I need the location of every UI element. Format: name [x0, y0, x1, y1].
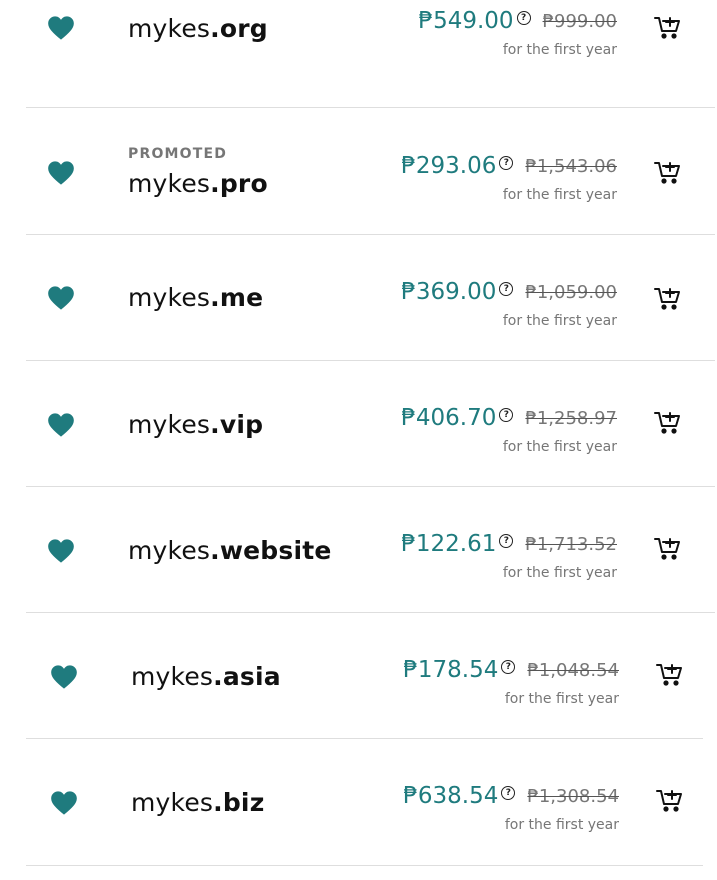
add-to-cart-icon[interactable]	[653, 533, 683, 563]
domain-tld: .org	[210, 14, 268, 43]
domain-tld: .me	[210, 283, 264, 312]
price-subtitle: for the first year	[502, 313, 617, 329]
heart-icon[interactable]	[47, 15, 75, 41]
info-icon[interactable]: ?	[499, 408, 514, 422]
domain-name[interactable]: mykes.pro	[128, 169, 268, 198]
domain-base: mykes	[128, 283, 211, 312]
promoted-label: PROMOTED	[128, 146, 228, 162]
add-to-cart-icon[interactable]	[655, 659, 685, 689]
domain-name[interactable]: mykes.biz	[131, 788, 264, 817]
sale-price: ₱122.61	[401, 531, 497, 557]
sale-price: ₱638.54	[403, 783, 499, 809]
domain-name[interactable]: mykes.org	[128, 14, 268, 43]
price-subtitle: for the first year	[502, 565, 617, 581]
domain-base: mykes	[128, 169, 211, 198]
original-price: ₱1,308.54	[527, 786, 619, 807]
domain-row: mykes.me ₱369.00 ? ₱1,059.00 for the fir…	[0, 235, 717, 361]
heart-icon[interactable]	[50, 790, 78, 816]
heart-icon[interactable]	[47, 412, 75, 438]
price-block: ₱178.54 ? ₱1,048.54 for the first year	[403, 657, 619, 707]
domain-base: mykes	[128, 536, 211, 565]
original-price: ₱999.00	[542, 11, 617, 32]
heart-icon[interactable]	[50, 664, 78, 690]
price-block: ₱369.00 ? ₱1,059.00 for the first year	[401, 279, 617, 329]
add-to-cart-icon[interactable]	[653, 12, 683, 42]
add-to-cart-icon[interactable]	[653, 283, 683, 313]
price-block: ₱549.00 ? ₱999.00 for the first year	[418, 8, 617, 58]
domain-base: mykes	[131, 662, 214, 691]
add-to-cart-icon[interactable]	[653, 157, 683, 187]
price-subtitle: for the first year	[504, 817, 619, 833]
info-icon[interactable]: ?	[501, 786, 516, 800]
row-divider	[26, 738, 703, 739]
price-subtitle: for the first year	[502, 187, 617, 203]
domain-base: mykes	[128, 14, 211, 43]
row-divider	[26, 865, 703, 866]
info-icon[interactable]: ?	[499, 534, 514, 548]
price-block: ₱406.70 ? ₱1,258.97 for the first year	[401, 405, 617, 455]
row-divider	[26, 107, 715, 108]
price-block: ₱638.54 ? ₱1,308.54 for the first year	[403, 783, 619, 833]
original-price: ₱1,543.06	[525, 156, 617, 177]
domain-row: mykes.org ₱549.00 ? ₱999.00 for the firs…	[0, 0, 717, 108]
info-icon[interactable]: ?	[501, 660, 516, 674]
price-subtitle: for the first year	[502, 42, 617, 58]
domain-tld: .website	[210, 536, 332, 565]
heart-icon[interactable]	[47, 160, 75, 186]
domain-row: mykes.asia ₱178.54 ? ₱1,048.54 for the f…	[0, 613, 717, 739]
domain-tld: .vip	[210, 410, 264, 439]
domain-results-list: mykes.org ₱549.00 ? ₱999.00 for the firs…	[0, 0, 717, 880]
domain-name[interactable]: mykes.website	[128, 536, 332, 565]
sale-price: ₱406.70	[401, 405, 497, 431]
original-price: ₱1,048.54	[527, 660, 619, 681]
sale-price: ₱293.06	[401, 153, 497, 179]
domain-row: mykes.website ₱122.61 ? ₱1,713.52 for th…	[0, 487, 717, 613]
price-block: ₱293.06 ? ₱1,543.06 for the first year	[401, 153, 617, 203]
original-price: ₱1,713.52	[525, 534, 617, 555]
domain-name[interactable]: mykes.asia	[131, 662, 281, 691]
domain-tld: .asia	[213, 662, 281, 691]
add-to-cart-icon[interactable]	[653, 407, 683, 437]
domain-row: PROMOTED mykes.pro ₱293.06 ? ₱1,543.06 f…	[0, 109, 717, 235]
domain-tld: .biz	[213, 788, 265, 817]
info-icon[interactable]: ?	[499, 156, 514, 170]
domain-name[interactable]: mykes.me	[128, 283, 263, 312]
price-block: ₱122.61 ? ₱1,713.52 for the first year	[401, 531, 617, 581]
sale-price: ₱549.00	[418, 8, 514, 34]
heart-icon[interactable]	[47, 285, 75, 311]
heart-icon[interactable]	[47, 538, 75, 564]
add-to-cart-icon[interactable]	[655, 785, 685, 815]
domain-row: mykes.vip ₱406.70 ? ₱1,258.97 for the fi…	[0, 361, 717, 487]
info-icon[interactable]: ?	[499, 282, 514, 296]
domain-row: mykes.biz ₱638.54 ? ₱1,308.54 for the fi…	[0, 740, 717, 866]
price-subtitle: for the first year	[504, 691, 619, 707]
domain-base: mykes	[131, 788, 214, 817]
sale-price: ₱178.54	[403, 657, 499, 683]
price-subtitle: for the first year	[502, 439, 617, 455]
domain-base: mykes	[128, 410, 211, 439]
sale-price: ₱369.00	[401, 279, 497, 305]
domain-tld: .pro	[210, 169, 268, 198]
domain-name[interactable]: mykes.vip	[128, 410, 263, 439]
info-icon[interactable]: ?	[516, 11, 531, 25]
original-price: ₱1,059.00	[525, 282, 617, 303]
original-price: ₱1,258.97	[525, 408, 617, 429]
